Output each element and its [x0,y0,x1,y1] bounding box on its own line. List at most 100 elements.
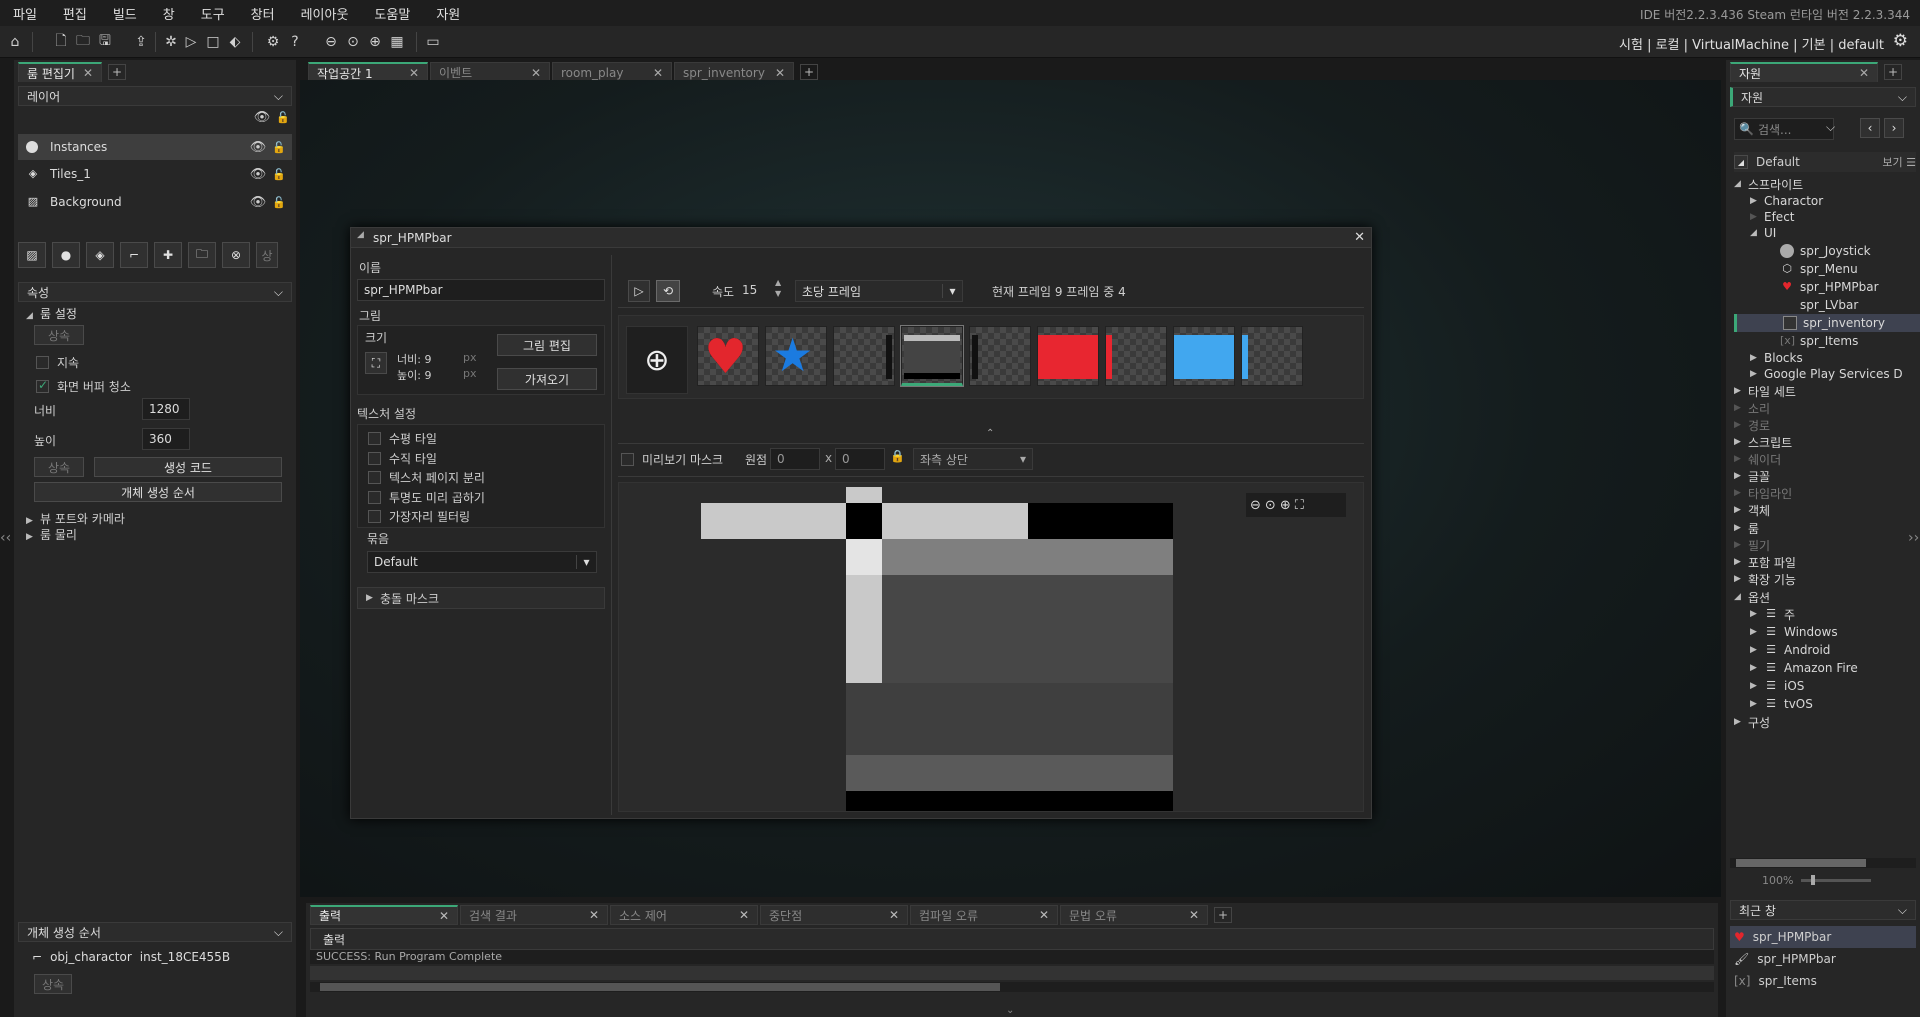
checkbox[interactable] [368,432,381,445]
expand-triangle-icon[interactable]: ▶ [1734,386,1748,396]
asset-tree-item[interactable]: [x] spr_Items [1734,332,1920,350]
menu-item[interactable]: 도구 [188,4,238,23]
menu-item[interactable]: 창터 [238,4,288,23]
expand-triangle-icon[interactable]: ▶ [1734,403,1748,413]
close-icon[interactable]: ✕ [739,908,749,922]
zoom-reset-icon[interactable]: ⊙ [1265,498,1276,513]
horizontal-scrollbar[interactable] [310,982,1714,992]
output-tab[interactable]: 검색 결과 ✕ [460,905,608,925]
scrollbar-thumb[interactable] [1736,859,1866,867]
stop-icon[interactable]: □ [202,31,224,53]
menu-item[interactable]: 레이아웃 [288,4,362,23]
expand-triangle-icon[interactable]: ▶ [1750,609,1764,619]
instance-order-button[interactable]: 개체 생성 순서 [34,482,282,502]
speed-stepper-icon[interactable]: ▲ ▼ [775,277,781,299]
collapse-triangle-icon[interactable]: ◢ [357,230,364,240]
collapse-output-icon[interactable]: ⌄ [1006,1005,1014,1016]
speed-unit-dropdown[interactable]: 초당 프레임 ▾ [795,280,963,302]
frame-red-bar[interactable] [1037,326,1099,386]
close-icon[interactable]: ✕ [1039,908,1049,922]
width-field[interactable]: 1280 [142,398,190,420]
expand-triangle-icon[interactable]: ◢ [1734,592,1748,602]
asset-tree-item[interactable]: ▶ ☰ tvOS [1734,695,1920,713]
frame-bar-left[interactable] [833,326,895,386]
expand-triangle-icon[interactable]: ▶ [1750,369,1764,379]
checkbox[interactable] [36,378,49,393]
recent-item[interactable]: 🖌 spr_HPMPbar [1730,948,1916,970]
menu-item[interactable]: 파일 [0,4,50,23]
monitor-icon[interactable]: ▭ [422,31,444,53]
expand-triangle-icon[interactable]: ▶ [1734,454,1748,464]
layer-item-instances[interactable]: Instances 👁 🔓 [18,134,292,160]
collapse-strip-icon[interactable]: ⌃ [986,428,994,439]
asset-tree-item[interactable]: ▶ 구성 [1734,713,1920,731]
menu-item[interactable]: 자원 [423,4,473,23]
zoom-out-icon[interactable]: ⊖ [320,31,342,53]
home-icon[interactable]: ⌂ [4,31,26,53]
asset-tree-item[interactable]: ◢ UI [1734,224,1920,242]
asset-tree-item[interactable]: spr_Joystick [1734,242,1920,260]
layer-item-tiles[interactable]: ◈ Tiles_1 👁 🔓 [18,160,292,188]
asset-tree-item[interactable]: ▶ ☰ 주 [1734,605,1920,623]
slider-handle[interactable] [1811,874,1816,885]
checkbox[interactable] [368,471,381,484]
zoom-reset-icon[interactable]: ⊙ [342,31,364,53]
view-menu[interactable]: 보기 ☰ [1882,154,1916,170]
workspace-tab[interactable]: spr_inventory ✕ [674,62,794,82]
asset-tree-item[interactable]: ▶ 필기 [1734,536,1920,554]
inherit-order-button[interactable]: 상속 [34,974,72,994]
checkbox[interactable] [621,453,634,466]
export-icon[interactable]: ⇪ [130,31,152,53]
expand-triangle-icon[interactable]: ▶ [1750,681,1764,691]
add-instance-layer-icon[interactable]: ● [52,242,80,268]
sprite-editor-titlebar[interactable]: ◢ spr_HPMPbar ✕ [351,228,1371,248]
eye-icon[interactable]: 👁 [250,195,267,210]
resize-icon[interactable]: ⛶ [365,352,387,374]
close-icon[interactable]: ✕ [889,908,899,922]
default-view-row[interactable]: ◢ Default 보기 ☰ [1734,152,1916,172]
close-icon[interactable]: ✕ [775,66,785,80]
checkbox[interactable] [368,510,381,523]
frame-blue-bar[interactable] [1173,326,1235,386]
add-asset-layer-icon[interactable]: ✚ [154,242,182,268]
zoom-slider[interactable] [1801,874,1872,885]
clean-icon[interactable]: ⬖ [224,31,246,53]
grid-icon[interactable]: ▦ [386,31,408,53]
frame-bar-body[interactable] [900,325,964,387]
assets-header[interactable]: 자원 ⌵ [1730,87,1916,107]
help-icon[interactable]: ? [284,31,306,53]
properties-header[interactable]: 속성 ⌵ [18,282,292,302]
close-icon[interactable]: ✕ [1189,908,1199,922]
preview-mask-checkbox[interactable]: 미리보기 마스크 [621,451,723,468]
expand-triangle-icon[interactable]: ▶ [1750,353,1764,363]
expand-triangle-icon[interactable]: ▶ [1734,471,1748,481]
asset-tree-item[interactable]: ▶ Google Play Services D [1734,365,1920,383]
persistent-checkbox[interactable]: 지속 [36,354,79,371]
texture-option-checkbox[interactable]: 수직 타일 [368,450,437,467]
expand-triangle-icon[interactable]: ▶ [1734,540,1748,550]
menu-item[interactable]: 편집 [50,4,100,23]
asset-tree-item[interactable]: ▶ 객체 [1734,501,1920,519]
inherit-layer-button[interactable]: 상 [256,242,278,268]
add-tab-button[interactable]: + [108,64,127,80]
frame-blue-end[interactable] [1241,326,1303,386]
output-tab[interactable]: 컴파일 오류 ✕ [910,905,1058,925]
recent-item[interactable]: ♥ spr_HPMPbar [1730,926,1916,948]
add-path-layer-icon[interactable]: ⌐ [120,242,148,268]
frame-bar-right[interactable] [969,326,1031,386]
lock-icon[interactable]: 🔓 [272,141,286,154]
group-dropdown[interactable]: Default ▾ [367,551,597,573]
workspace-tab[interactable]: 작업공간 1 ✕ [308,62,428,82]
asset-tree-item[interactable]: ⬡ spr_Menu [1734,260,1920,278]
collapse-right-icon[interactable]: ›› [1908,530,1919,546]
creation-code-button[interactable]: 생성 코드 [94,457,282,477]
asset-tree-item[interactable]: ▶ ☰ Amazon Fire [1734,659,1920,677]
edit-image-button[interactable]: 그림 편집 [497,334,597,356]
settings-icon[interactable]: ⚙ [262,31,284,53]
creation-order-row[interactable]: ⌐ obj_charactor inst_18CE455B [32,950,230,964]
zoom-out-icon[interactable]: ⊖ [1250,498,1261,513]
clear-display-checkbox[interactable]: 화면 버퍼 청소 [36,378,131,395]
scrollbar-thumb[interactable] [320,983,1000,991]
asset-tree-item[interactable]: ▶ 포함 파일 [1734,553,1920,571]
expand-triangle-icon[interactable]: ▶ [1734,717,1748,727]
